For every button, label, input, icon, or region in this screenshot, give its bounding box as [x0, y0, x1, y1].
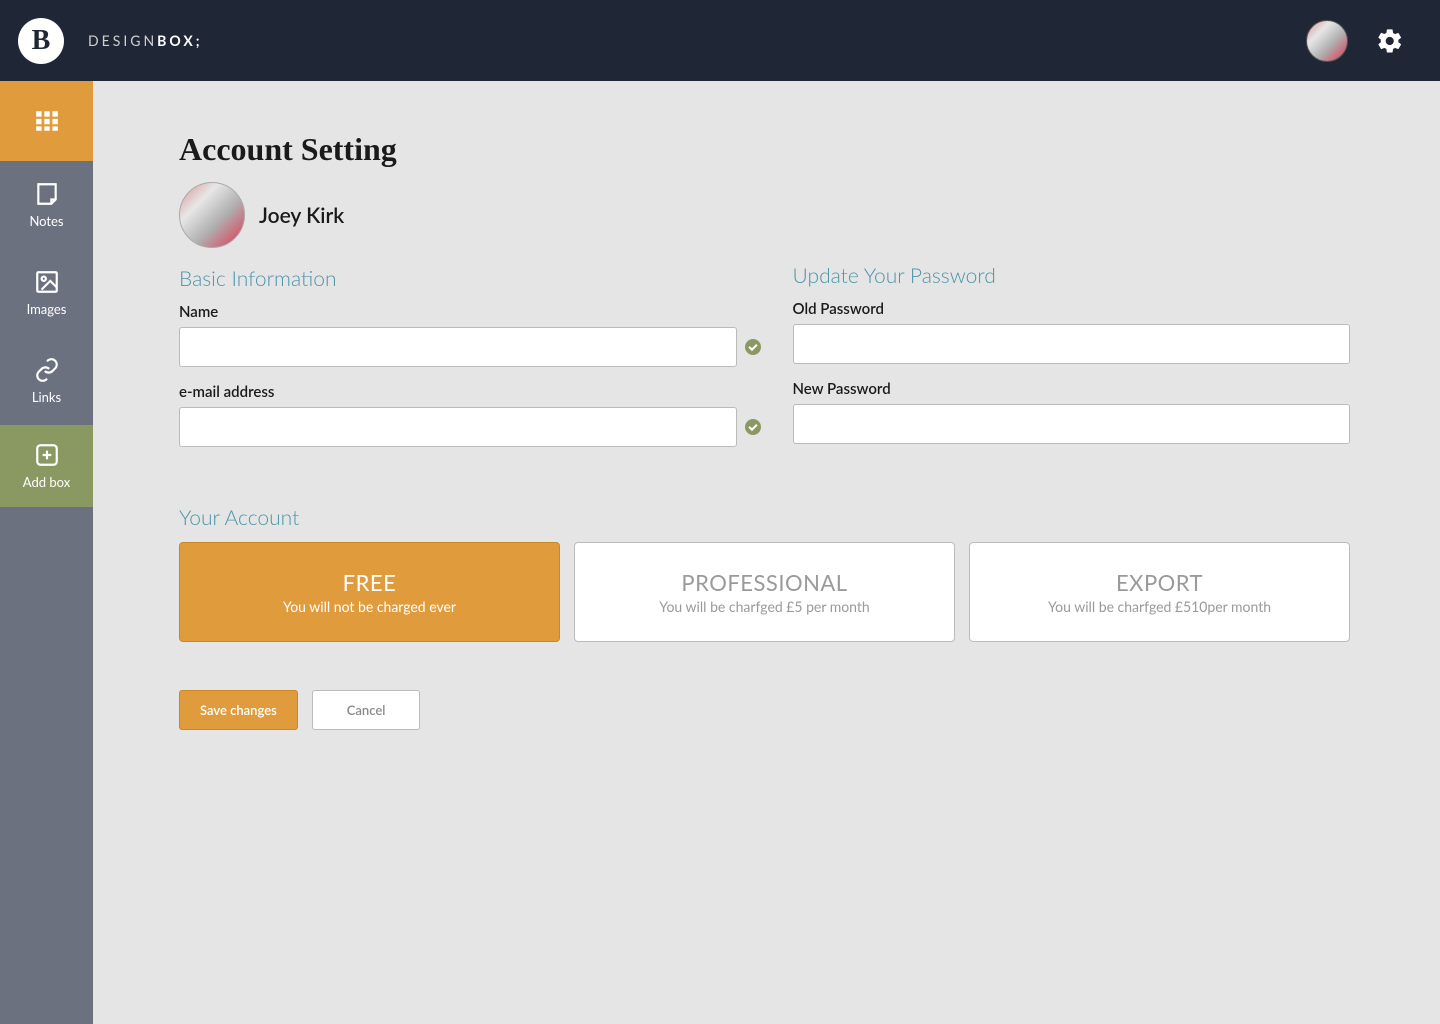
save-button[interactable]: Save changes [179, 690, 298, 730]
section-your-account: Your Account [179, 505, 1350, 530]
brand-text: DESIGNBOX; [88, 32, 203, 49]
page-title: Account Setting [179, 131, 1350, 168]
old-password-input[interactable] [793, 324, 1351, 364]
plus-box-icon [34, 442, 60, 468]
email-input[interactable] [179, 407, 737, 447]
plan-title: FREE [343, 569, 397, 596]
user-header: Joey Kirk [179, 182, 1350, 248]
image-icon [34, 269, 60, 295]
sidebar-item-addbox[interactable]: Add box [0, 425, 93, 507]
plan-title: EXPORT [1116, 569, 1203, 596]
sidebar-item-label: Links [32, 389, 61, 405]
check-circle-icon [745, 419, 761, 435]
avatar [179, 182, 245, 248]
sidebar-item-label: Notes [29, 213, 63, 229]
plan-subtitle: You will not be charged ever [283, 598, 456, 615]
check-circle-icon [745, 339, 761, 355]
plan-subtitle: You will be charfged £5 per month [659, 598, 869, 615]
note-icon [34, 181, 60, 207]
sidebar-item-images[interactable]: Images [0, 249, 93, 337]
plan-subtitle: You will be charfged £510per month [1048, 598, 1271, 615]
section-basic-info: Basic Information [179, 266, 737, 291]
plan-free[interactable]: FREE You will not be charged ever [179, 542, 560, 642]
email-label: e-mail address [179, 383, 737, 401]
sidebar-item-label: Add box [23, 474, 70, 490]
new-password-input[interactable] [793, 404, 1351, 444]
header-avatar[interactable] [1306, 20, 1348, 62]
section-password: Update Your Password [793, 263, 1351, 288]
grid-icon [34, 108, 60, 134]
sidebar-item-notes[interactable]: Notes [0, 161, 93, 249]
user-name: Joey Kirk [259, 203, 344, 228]
sidebar-item-label: Images [27, 301, 67, 317]
brand-bold: BOX; [157, 32, 202, 49]
plan-title: PROFESSIONAL [681, 569, 847, 596]
sidebar-item-grid[interactable] [0, 81, 93, 161]
app-header: B DESIGNBOX; [0, 0, 1440, 81]
cancel-button[interactable]: Cancel [312, 690, 421, 730]
name-label: Name [179, 303, 737, 321]
sidebar-item-links[interactable]: Links [0, 337, 93, 425]
name-input[interactable] [179, 327, 737, 367]
logo[interactable]: B [18, 18, 64, 64]
sidebar: Notes Images Links Add box [0, 81, 93, 1024]
old-password-label: Old Password [793, 300, 1351, 318]
brand-light: DESIGN [88, 32, 157, 49]
new-password-label: New Password [793, 380, 1351, 398]
main-content: Account Setting Joey Kirk Basic Informat… [93, 81, 1440, 1024]
gear-icon[interactable] [1376, 27, 1404, 55]
link-icon [34, 357, 60, 383]
plan-professional[interactable]: PROFESSIONAL You will be charfged £5 per… [574, 542, 955, 642]
plan-export[interactable]: EXPORT You will be charfged £510per mont… [969, 542, 1350, 642]
